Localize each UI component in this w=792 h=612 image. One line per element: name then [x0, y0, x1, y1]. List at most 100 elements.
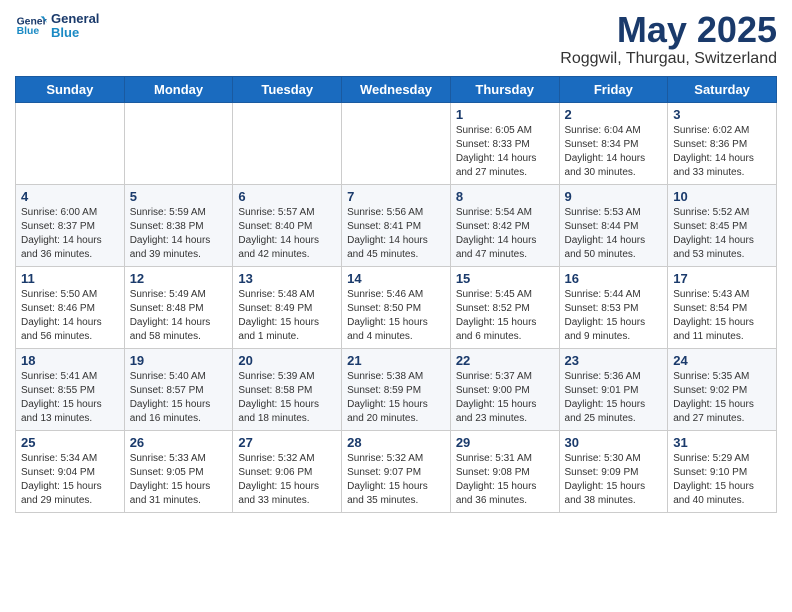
calendar-cell: 29 Sunrise: 5:31 AMSunset: 9:08 PMDayligh… — [450, 430, 559, 512]
calendar-cell — [124, 102, 233, 184]
day-number: 13 — [238, 271, 336, 286]
calendar-cell: 14Sunrise: 5:46 AMSunset: 8:50 PMDayligh… — [342, 266, 451, 348]
calendar-cell: 4Sunrise: 6:00 AMSunset: 8:37 PMDaylight… — [16, 184, 125, 266]
calendar-week-row: 25 Sunrise: 5:34 AMSunset: 9:04 PMDayligh… — [16, 430, 777, 512]
day-info: Sunrise: 5:31 AMSunset: 9:08 PMDaylight:… — [456, 452, 554, 508]
logo-icon: General Blue — [15, 10, 47, 42]
calendar-cell: 1Sunrise: 6:05 AMSunset: 8:33 PMDaylight… — [450, 102, 559, 184]
page: General Blue General Blue May 2025 Roggw… — [0, 0, 792, 528]
logo-text-line2: Blue — [51, 26, 99, 40]
calendar-cell — [16, 102, 125, 184]
day-info: Sunrise: 5:44 AMSunset: 8:53 PMDaylight:… — [565, 288, 663, 344]
day-info: Sunrise: 5:48 AMSunset: 8:49 PMDaylight:… — [238, 288, 336, 344]
calendar-cell: 15 Sunrise: 5:45 AMSunset: 8:52 PMDayligh… — [450, 266, 559, 348]
weekday-header: Tuesday — [233, 76, 342, 102]
day-info: Sunrise: 5:57 AMSunset: 8:40 PMDaylight:… — [238, 206, 336, 262]
calendar-cell: 13 Sunrise: 5:48 AMSunset: 8:49 PMDayligh… — [233, 266, 342, 348]
day-number: 20 — [238, 353, 336, 368]
calendar-week-row: 4Sunrise: 6:00 AMSunset: 8:37 PMDaylight… — [16, 184, 777, 266]
day-info: Sunrise: 5:32 AMSunset: 9:06 PMDaylight:… — [238, 452, 336, 508]
day-number: 11 — [21, 271, 119, 286]
calendar-cell: 5 Sunrise: 5:59 AMSunset: 8:38 PMDaylight… — [124, 184, 233, 266]
day-number: 27 — [238, 435, 336, 450]
calendar-cell: 25 Sunrise: 5:34 AMSunset: 9:04 PMDayligh… — [16, 430, 125, 512]
calendar-cell: 10Sunrise: 5:52 AMSunset: 8:45 PMDayligh… — [668, 184, 777, 266]
day-number: 16 — [565, 271, 663, 286]
day-number: 9 — [565, 189, 663, 204]
day-number: 7 — [347, 189, 445, 204]
day-info: Sunrise: 5:38 AMSunset: 8:59 PMDaylight:… — [347, 370, 445, 426]
day-info: Sunrise: 5:37 AMSunset: 9:00 PMDaylight:… — [456, 370, 554, 426]
location: Roggwil, Thurgau, Switzerland — [560, 50, 777, 68]
weekday-header: Thursday — [450, 76, 559, 102]
calendar-header-row: SundayMondayTuesdayWednesdayThursdayFrid… — [16, 76, 777, 102]
calendar-cell: 7 Sunrise: 5:56 AMSunset: 8:41 PMDaylight… — [342, 184, 451, 266]
day-number: 23 — [565, 353, 663, 368]
day-number: 3 — [673, 107, 771, 122]
day-info: Sunrise: 5:34 AMSunset: 9:04 PMDaylight:… — [21, 452, 119, 508]
day-info: Sunrise: 5:43 AMSunset: 8:54 PMDaylight:… — [673, 288, 771, 344]
calendar-cell — [233, 102, 342, 184]
calendar-cell: 23 Sunrise: 5:36 AMSunset: 9:01 PMDayligh… — [559, 348, 668, 430]
day-info: Sunrise: 5:30 AMSunset: 9:09 PMDaylight:… — [565, 452, 663, 508]
day-number: 1 — [456, 107, 554, 122]
calendar-week-row: 18 Sunrise: 5:41 AMSunset: 8:55 PMDayligh… — [16, 348, 777, 430]
weekday-header: Friday — [559, 76, 668, 102]
day-info: Sunrise: 5:50 AMSunset: 8:46 PMDaylight:… — [21, 288, 119, 344]
calendar-cell: 19 Sunrise: 5:40 AMSunset: 8:57 PMDayligh… — [124, 348, 233, 430]
day-number: 2 — [565, 107, 663, 122]
day-info: Sunrise: 5:45 AMSunset: 8:52 PMDaylight:… — [456, 288, 554, 344]
day-info: Sunrise: 5:40 AMSunset: 8:57 PMDaylight:… — [130, 370, 228, 426]
calendar-cell: 20 Sunrise: 5:39 AMSunset: 8:58 PMDayligh… — [233, 348, 342, 430]
calendar-cell: 22 Sunrise: 5:37 AMSunset: 9:00 PMDayligh… — [450, 348, 559, 430]
calendar-cell: 3Sunrise: 6:02 AMSunset: 8:36 PMDaylight… — [668, 102, 777, 184]
day-number: 4 — [21, 189, 119, 204]
calendar-week-row: 11 Sunrise: 5:50 AMSunset: 8:46 PMDayligh… — [16, 266, 777, 348]
day-number: 5 — [130, 189, 228, 204]
day-number: 15 — [456, 271, 554, 286]
day-number: 21 — [347, 353, 445, 368]
day-info: Sunrise: 5:36 AMSunset: 9:01 PMDaylight:… — [565, 370, 663, 426]
logo: General Blue General Blue — [15, 10, 99, 42]
calendar-cell: 2Sunrise: 6:04 AMSunset: 8:34 PMDaylight… — [559, 102, 668, 184]
header: General Blue General Blue May 2025 Roggw… — [15, 10, 777, 68]
calendar-cell: 6Sunrise: 5:57 AMSunset: 8:40 PMDaylight… — [233, 184, 342, 266]
day-number: 18 — [21, 353, 119, 368]
day-number: 26 — [130, 435, 228, 450]
day-number: 25 — [21, 435, 119, 450]
calendar-cell: 8 Sunrise: 5:54 AMSunset: 8:42 PMDaylight… — [450, 184, 559, 266]
day-number: 22 — [456, 353, 554, 368]
calendar-cell: 21 Sunrise: 5:38 AMSunset: 8:59 PMDayligh… — [342, 348, 451, 430]
day-info: Sunrise: 5:49 AMSunset: 8:48 PMDaylight:… — [130, 288, 228, 344]
day-number: 12 — [130, 271, 228, 286]
day-info: Sunrise: 5:56 AMSunset: 8:41 PMDaylight:… — [347, 206, 445, 262]
title-area: May 2025 Roggwil, Thurgau, Switzerland — [560, 10, 777, 68]
day-info: Sunrise: 5:39 AMSunset: 8:58 PMDaylight:… — [238, 370, 336, 426]
calendar-cell: 28Sunrise: 5:32 AMSunset: 9:07 PMDayligh… — [342, 430, 451, 512]
calendar-cell: 27 Sunrise: 5:32 AMSunset: 9:06 PMDayligh… — [233, 430, 342, 512]
day-info: Sunrise: 5:54 AMSunset: 8:42 PMDaylight:… — [456, 206, 554, 262]
weekday-header: Monday — [124, 76, 233, 102]
day-info: Sunrise: 5:41 AMSunset: 8:55 PMDaylight:… — [21, 370, 119, 426]
day-number: 19 — [130, 353, 228, 368]
logo-text-line1: General — [51, 12, 99, 26]
day-info: Sunrise: 5:59 AMSunset: 8:38 PMDaylight:… — [130, 206, 228, 262]
day-number: 8 — [456, 189, 554, 204]
day-number: 29 — [456, 435, 554, 450]
calendar-cell: 11 Sunrise: 5:50 AMSunset: 8:46 PMDayligh… — [16, 266, 125, 348]
calendar-cell: 16 Sunrise: 5:44 AMSunset: 8:53 PMDayligh… — [559, 266, 668, 348]
calendar-cell: 31Sunrise: 5:29 AMSunset: 9:10 PMDayligh… — [668, 430, 777, 512]
day-info: Sunrise: 5:33 AMSunset: 9:05 PMDaylight:… — [130, 452, 228, 508]
month-title: May 2025 — [560, 10, 777, 50]
svg-text:Blue: Blue — [17, 26, 40, 37]
calendar-cell: 17Sunrise: 5:43 AMSunset: 8:54 PMDayligh… — [668, 266, 777, 348]
day-info: Sunrise: 5:46 AMSunset: 8:50 PMDaylight:… — [347, 288, 445, 344]
calendar-cell: 24 Sunrise: 5:35 AMSunset: 9:02 PMDayligh… — [668, 348, 777, 430]
day-number: 30 — [565, 435, 663, 450]
day-number: 28 — [347, 435, 445, 450]
calendar-cell: 9Sunrise: 5:53 AMSunset: 8:44 PMDaylight… — [559, 184, 668, 266]
day-number: 24 — [673, 353, 771, 368]
calendar-cell — [342, 102, 451, 184]
calendar-cell: 18 Sunrise: 5:41 AMSunset: 8:55 PMDayligh… — [16, 348, 125, 430]
day-info: Sunrise: 5:35 AMSunset: 9:02 PMDaylight:… — [673, 370, 771, 426]
